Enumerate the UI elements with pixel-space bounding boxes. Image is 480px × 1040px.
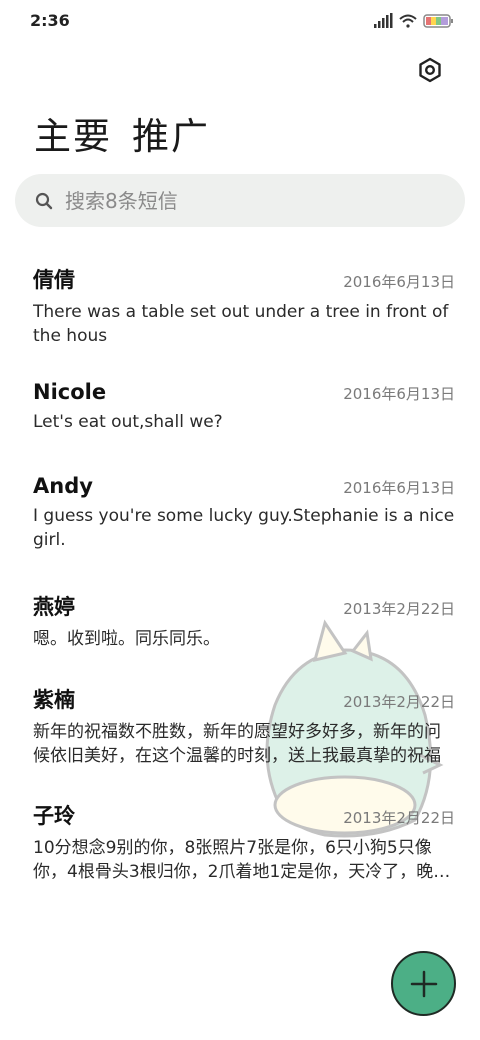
message-item[interactable]: 紫楠 2013年2月22日 新年的祝福数不胜数，新年的愿望好多好多，新年的问候依… xyxy=(33,684,455,768)
message-date: 2016年6月13日 xyxy=(343,273,455,291)
sender-name: Nicole xyxy=(33,380,107,404)
message-item[interactable]: 子玲 2013年2月22日 10分想念9别的你，8张照片7张是你，6只小狗5只像… xyxy=(33,800,455,884)
message-item[interactable]: Andy 2016年6月13日 I guess you're some luck… xyxy=(33,474,455,552)
new-message-button[interactable] xyxy=(391,951,456,1016)
plus-icon xyxy=(410,970,437,997)
sender-name: Andy xyxy=(33,474,93,498)
message-date: 2013年2月22日 xyxy=(343,600,455,618)
message-preview: 10分想念9别的你，8张照片7张是你，6只小狗5只像你，4根骨头3根归你，2爪着… xyxy=(33,838,451,882)
search-icon xyxy=(35,192,53,209)
message-preview: I guess you're some lucky guy.Stephanie … xyxy=(33,506,455,550)
message-preview: 嗯。收到啦。同乐同乐。 xyxy=(33,629,220,649)
status-icons xyxy=(374,13,453,28)
message-date: 2016年6月13日 xyxy=(343,385,455,403)
settings-hexagon-icon xyxy=(419,57,441,83)
wifi-icon xyxy=(399,14,417,28)
message-preview: Let's eat out,shall we? xyxy=(33,412,223,432)
message-date: 2013年2月22日 xyxy=(343,809,455,827)
message-item[interactable]: 燕婷 2013年2月22日 嗯。收到啦。同乐同乐。 xyxy=(33,591,455,651)
sender-name: 子玲 xyxy=(33,804,75,828)
signal-icon xyxy=(374,13,393,28)
message-date: 2016年6月13日 xyxy=(343,479,455,497)
battery-icon xyxy=(423,14,453,28)
search-input[interactable] xyxy=(63,187,427,214)
message-item[interactable]: 倩倩 2016年6月13日 There was a table set out … xyxy=(33,264,455,348)
message-item[interactable]: Nicole 2016年6月13日 Let's eat out,shall we… xyxy=(33,380,455,434)
sender-name: 倩倩 xyxy=(33,268,75,292)
status-bar: 2:36 xyxy=(0,0,480,40)
tab-promotions[interactable]: 推广 xyxy=(132,106,210,160)
tab-primary[interactable]: 主要 xyxy=(34,106,112,160)
message-preview: There was a table set out under a tree i… xyxy=(33,302,449,346)
settings-button[interactable] xyxy=(410,50,450,90)
category-tabs: 主要 推广 xyxy=(34,106,210,160)
sender-name: 燕婷 xyxy=(33,595,75,619)
sender-name: 紫楠 xyxy=(33,688,75,712)
status-time: 2:36 xyxy=(30,11,70,30)
search-bar[interactable] xyxy=(15,174,465,227)
message-date: 2013年2月22日 xyxy=(343,693,455,711)
message-preview: 新年的祝福数不胜数，新年的愿望好多好多，新年的问候依旧美好，在这个温馨的时刻，送… xyxy=(33,722,441,766)
